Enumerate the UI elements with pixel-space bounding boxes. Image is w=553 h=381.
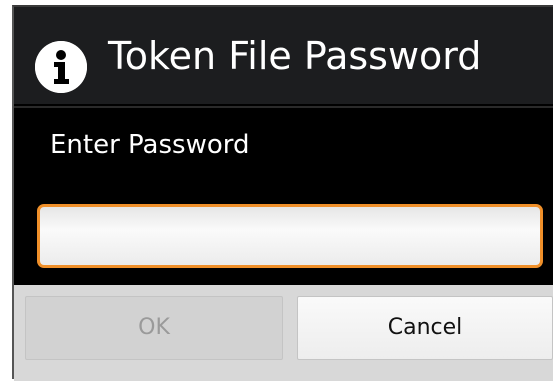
info-icon <box>35 41 87 93</box>
ok-button[interactable]: OK <box>25 296 283 360</box>
password-dialog: Token File Password Enter Password OK Ca… <box>12 5 553 381</box>
dialog-title: Token File Password <box>108 34 482 78</box>
dialog-button-bar: OK Cancel <box>14 285 553 381</box>
title-divider <box>14 106 553 108</box>
cancel-button[interactable]: Cancel <box>297 296 553 360</box>
password-input[interactable] <box>37 204 543 268</box>
password-prompt-label: Enter Password <box>50 130 250 160</box>
dialog-title-bar: Token File Password <box>14 7 553 104</box>
